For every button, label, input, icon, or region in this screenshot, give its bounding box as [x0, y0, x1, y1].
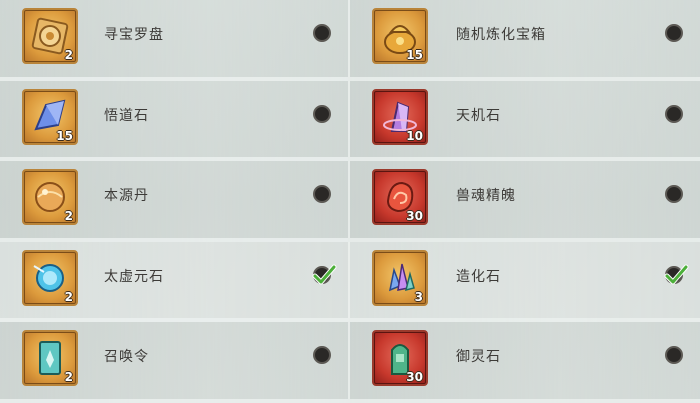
checkmark-icon [664, 264, 689, 285]
item-name: 悟道石 [104, 107, 149, 124]
item-count: 2 [64, 209, 73, 224]
select-radio[interactable] [665, 104, 683, 123]
list-item[interactable]: 15 随机炼化宝箱 [348, 0, 700, 81]
select-radio[interactable] [665, 346, 683, 365]
item-name: 召唤令 [104, 349, 149, 366]
item-icon-frame: 15 [22, 88, 78, 145]
item-icon-frame: 10 [372, 88, 428, 145]
select-radio[interactable] [665, 24, 683, 42]
select-radio[interactable] [313, 24, 331, 42]
select-radio[interactable] [313, 185, 331, 204]
item-count: 30 [406, 370, 423, 385]
item-icon-frame: 2 [22, 249, 78, 306]
list-item[interactable]: 10 天机石 [348, 80, 700, 162]
item-count: 15 [406, 48, 423, 62]
list-item[interactable]: 2 寻宝罗盘 [0, 0, 348, 81]
checkmark-icon [312, 264, 337, 285]
item-list: 2 寻宝罗盘 15 随机炼化宝箱 15 悟道石 10 天机石 2 本源丹 30 … [0, 0, 700, 403]
list-item[interactable]: 3 造化石 [348, 241, 700, 323]
item-count: 15 [56, 128, 73, 143]
item-icon-frame: 15 [372, 8, 428, 64]
select-radio[interactable] [313, 104, 331, 123]
list-item[interactable]: 30 御灵石 [348, 322, 700, 403]
select-radio[interactable] [664, 264, 689, 285]
item-name: 御灵石 [456, 349, 501, 366]
item-name: 本源丹 [104, 188, 149, 205]
item-icon-frame: 2 [22, 8, 78, 64]
item-count: 2 [64, 370, 73, 385]
item-name: 天机石 [456, 107, 501, 124]
item-icon-frame: 2 [22, 169, 78, 226]
item-name: 兽魂精魄 [456, 188, 516, 205]
item-icon-frame: 30 [372, 169, 428, 226]
item-count: 30 [406, 209, 423, 224]
item-count: 3 [414, 289, 423, 304]
list-item[interactable]: 2 本源丹 [0, 161, 348, 242]
item-count: 2 [64, 48, 73, 62]
item-name: 太虚元石 [104, 268, 164, 285]
select-radio[interactable] [312, 264, 337, 285]
select-radio[interactable] [313, 346, 331, 365]
item-count: 10 [406, 128, 423, 143]
item-count: 2 [64, 289, 73, 304]
list-item[interactable]: 15 悟道石 [0, 80, 348, 162]
item-name: 造化石 [456, 268, 501, 285]
item-name: 寻宝罗盘 [104, 27, 164, 43]
select-radio[interactable] [665, 185, 683, 204]
list-item[interactable]: 2 召唤令 [0, 322, 348, 403]
list-item[interactable]: 30 兽魂精魄 [348, 161, 700, 242]
item-icon-frame: 3 [372, 249, 428, 306]
item-icon-frame: 2 [22, 330, 78, 387]
item-name: 随机炼化宝箱 [456, 27, 546, 43]
list-item[interactable]: 2 太虚元石 [0, 241, 348, 323]
item-icon-frame: 30 [372, 330, 428, 387]
